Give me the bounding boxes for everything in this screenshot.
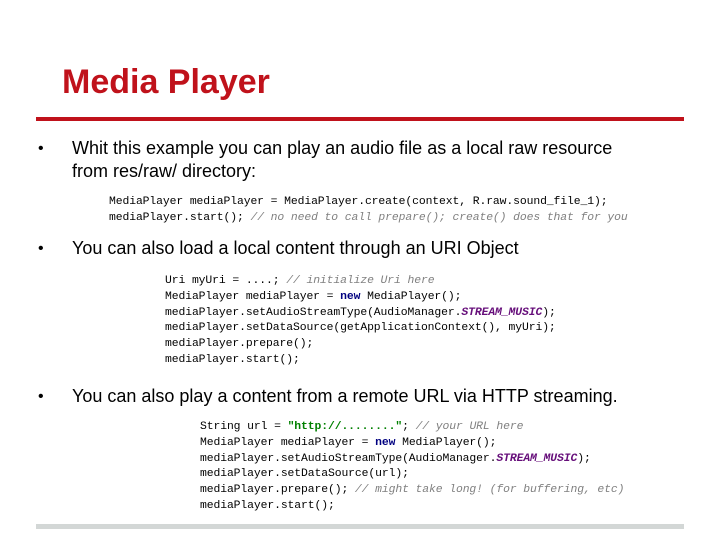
- footer-divider: [36, 524, 684, 529]
- code-text: mediaPlayer.setDataSource(getApplication…: [165, 322, 556, 335]
- bullet-text-line: from res/raw/ directory:: [72, 161, 257, 181]
- code-line: mediaPlayer.setAudioStreamType(AudioMana…: [165, 306, 556, 322]
- code-string-literal: "http://........": [287, 421, 403, 433]
- code-text: ;: [402, 421, 416, 433]
- bullet-item-http-streaming: • You can also play a content from a rem…: [38, 385, 708, 408]
- code-text: mediaPlayer.setAudioStreamType(AudioMana…: [200, 452, 497, 465]
- code-block-raw-resource: MediaPlayer mediaPlayer = MediaPlayer.cr…: [109, 195, 628, 227]
- code-comment: // initialize Uri here: [286, 275, 435, 287]
- code-line: String url = "http://........"; // your …: [200, 420, 624, 436]
- bullet-text-line: You can also load a local content throug…: [72, 238, 519, 258]
- bullet-marker-icon: •: [38, 388, 44, 405]
- code-line: mediaPlayer.setDataSource(getApplication…: [165, 321, 556, 337]
- code-constant: STREAM_MUSIC: [496, 452, 578, 465]
- code-comment: // no need to call prepare(); create() d…: [250, 211, 628, 224]
- code-text: MediaPlayer mediaPlayer =: [200, 436, 376, 449]
- bullet-text-line: Whit this example you can play an audio …: [72, 138, 613, 158]
- code-constant: STREAM_MUSIC: [461, 306, 543, 319]
- code-text: MediaPlayer();: [360, 290, 462, 303]
- code-text: mediaPlayer.start();: [165, 353, 300, 366]
- code-line: mediaPlayer.start(); // no need to call …: [109, 211, 628, 227]
- code-text: mediaPlayer.start();: [200, 499, 335, 512]
- code-text: );: [577, 452, 591, 465]
- bullet-item-raw-resource: • Whit this example you can play an audi…: [38, 137, 698, 183]
- code-text: MediaPlayer();: [395, 436, 497, 449]
- code-text: Uri myUri = ....;: [165, 275, 287, 287]
- code-line: mediaPlayer.start();: [165, 353, 556, 369]
- bullet-item-uri-object: • You can also load a local content thro…: [38, 237, 698, 260]
- code-text: mediaPlayer.prepare();: [165, 338, 314, 351]
- code-text: mediaPlayer.setAudioStreamType(AudioMana…: [165, 306, 462, 319]
- code-line: MediaPlayer mediaPlayer = new MediaPlaye…: [165, 290, 556, 306]
- code-block-uri-object: Uri myUri = ....; // initialize Uri here…: [165, 274, 556, 369]
- code-line: mediaPlayer.setDataSource(url);: [200, 467, 624, 483]
- code-keyword: new: [375, 436, 396, 449]
- code-line: mediaPlayer.setAudioStreamType(AudioMana…: [200, 452, 624, 468]
- title-underline-divider: [36, 117, 684, 121]
- code-comment: // your URL here: [415, 421, 524, 433]
- code-text: MediaPlayer mediaPlayer = MediaPlayer.cr…: [109, 196, 608, 208]
- code-text: String url =: [200, 421, 288, 433]
- code-line: mediaPlayer.prepare();: [165, 337, 556, 353]
- code-block-http-streaming: String url = "http://........"; // your …: [200, 420, 624, 515]
- code-line: MediaPlayer mediaPlayer = MediaPlayer.cr…: [109, 195, 628, 211]
- code-text: mediaPlayer.prepare();: [200, 484, 355, 497]
- code-line: mediaPlayer.start();: [200, 499, 624, 515]
- code-text: );: [542, 306, 556, 319]
- code-line: MediaPlayer mediaPlayer = new MediaPlaye…: [200, 436, 624, 452]
- code-text: mediaPlayer.setDataSource(url);: [200, 468, 409, 481]
- bullet-text-line: You can also play a content from a remot…: [72, 386, 618, 406]
- code-text: mediaPlayer.start();: [109, 211, 251, 224]
- code-comment: // might take long! (for buffering, etc): [354, 484, 625, 497]
- code-line: mediaPlayer.prepare(); // might take lon…: [200, 483, 624, 499]
- slide-title: Media Player: [62, 63, 270, 101]
- code-line: Uri myUri = ....; // initialize Uri here: [165, 274, 556, 290]
- bullet-marker-icon: •: [38, 140, 44, 157]
- bullet-marker-icon: •: [38, 240, 44, 257]
- code-text: MediaPlayer mediaPlayer =: [165, 290, 341, 303]
- code-keyword: new: [340, 290, 361, 303]
